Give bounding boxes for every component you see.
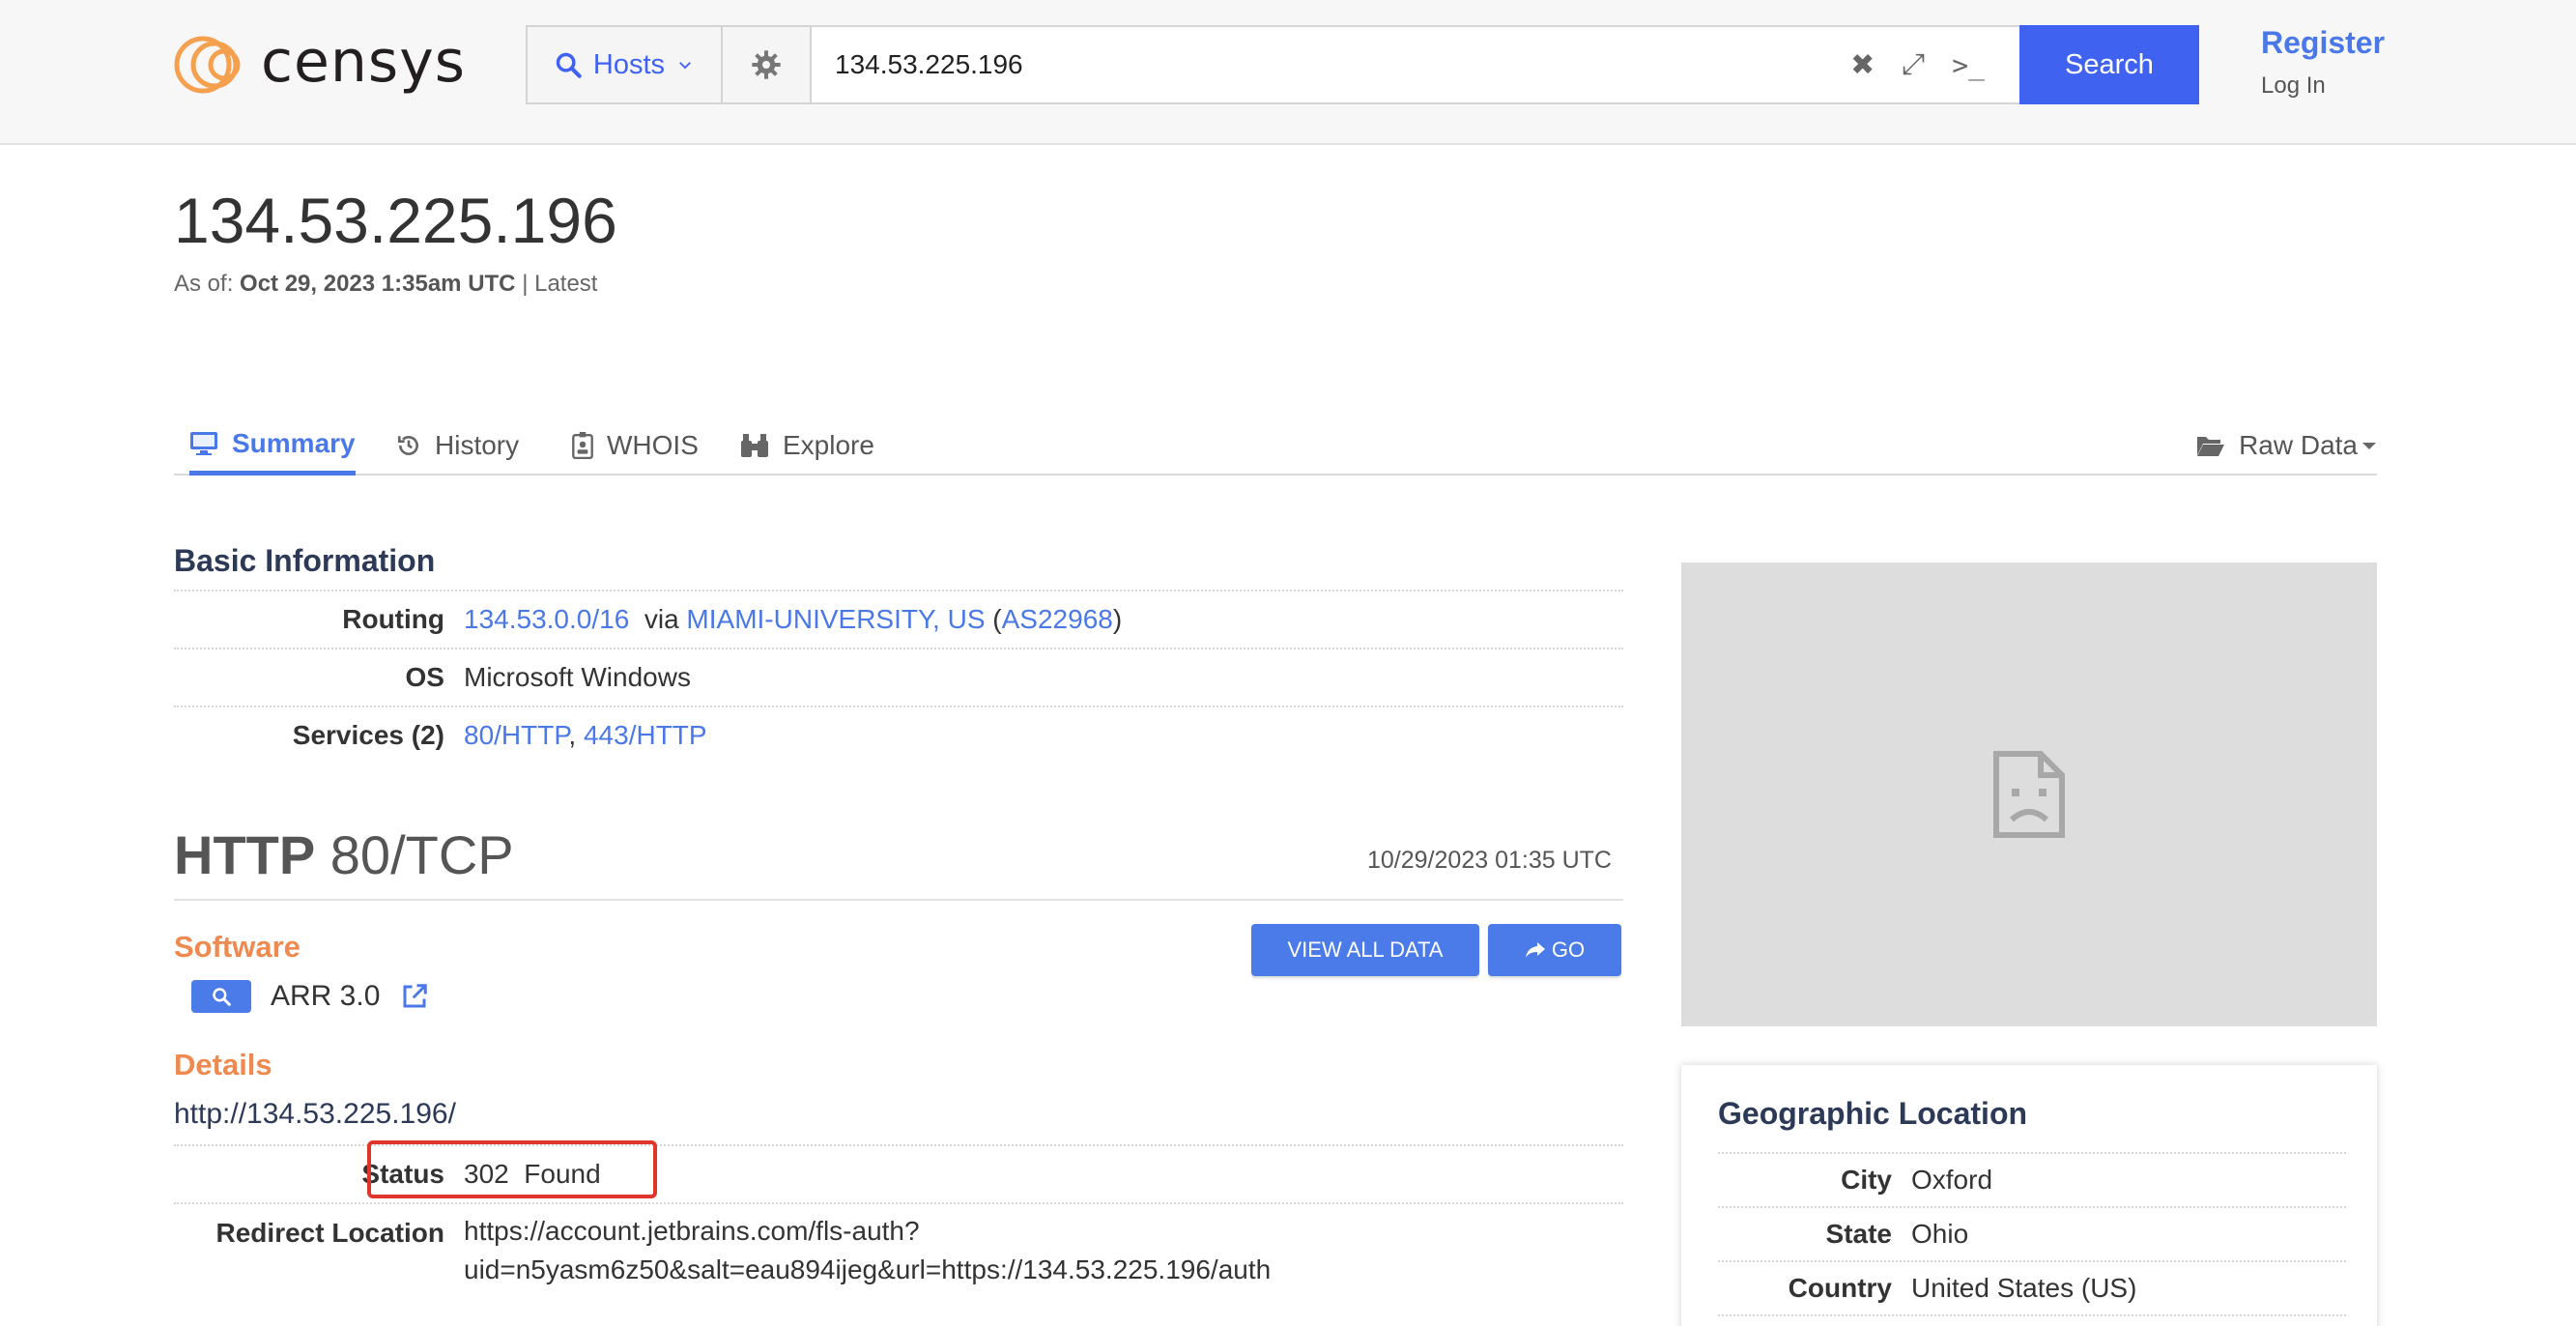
basic-info-title: Basic Information (174, 543, 436, 578)
top-header: censys Hosts 134.53.225.196 ✖ ⤢ >_ Searc… (0, 0, 2576, 145)
routing-prefix-link[interactable]: 134.53.0.0/16 (464, 604, 629, 634)
os-value: Microsoft Windows (464, 662, 691, 692)
divider (174, 899, 1623, 901)
broken-image-icon (1993, 751, 2065, 838)
os-row: OS Microsoft Windows (174, 648, 1623, 706)
tab-explore-label: Explore (783, 430, 874, 460)
search-bar: Hosts 134.53.225.196 ✖ ⤢ >_ Search (526, 25, 2199, 104)
tab-history-label: History (435, 430, 520, 460)
city-label: City (1841, 1165, 1892, 1195)
redirect-label: Redirect Location (215, 1218, 444, 1248)
clear-icon[interactable]: ✖ (1850, 48, 1875, 82)
software-title: Software (174, 930, 301, 964)
geo-location-card: Geographic Location City Oxford State Oh… (1681, 1065, 2377, 1326)
state-value: Ohio (1911, 1219, 1969, 1249)
host-tabs: Summary History WHOIS Explore Raw Data (174, 416, 2377, 476)
routing-asn-link[interactable]: AS22968 (1002, 604, 1113, 634)
tab-summary[interactable]: Summary (189, 416, 356, 476)
caret-down-icon (2362, 443, 2376, 449)
terminal-icon[interactable]: >_ (1952, 49, 1985, 81)
go-label: GO (1551, 937, 1586, 962)
details-title: Details (174, 1048, 272, 1081)
as-of-date: Oct 29, 2023 1:35am UTC (240, 271, 516, 297)
logo-text: censys (261, 28, 466, 96)
folder-open-icon (2197, 437, 2225, 456)
share-arrow-icon (1525, 942, 1545, 958)
search-tools: ✖ ⤢ >_ (1850, 27, 2019, 102)
as-of-label: As of: (174, 271, 234, 297)
monitor-icon (190, 431, 217, 455)
os-label: OS (405, 662, 444, 692)
city-value: Oxford (1911, 1165, 1993, 1195)
login-link[interactable]: Log In (2261, 72, 2385, 100)
tab-explore[interactable]: Explore (740, 416, 874, 476)
software-name: ARR 3.0 (271, 980, 381, 1012)
status-highlight-box (367, 1140, 657, 1198)
geo-next-row (1718, 1314, 2346, 1326)
register-link[interactable]: Register (2261, 25, 2385, 61)
geo-city-row: City Oxford (1718, 1152, 2346, 1206)
routing-via: via (644, 604, 679, 634)
search-type-label: Hosts (592, 48, 666, 80)
routing-org-link[interactable]: MIAMI-UNIVERSITY, US (686, 604, 985, 634)
services-value: 80/HTTP, 443/HTTP (464, 720, 707, 750)
country-value: United States (US) (1911, 1273, 2137, 1303)
services-label: Services (2) (292, 720, 444, 750)
page-title: 134.53.225.196 (174, 185, 617, 256)
screenshot-placeholder (1681, 562, 2377, 1026)
go-button[interactable]: GO (1488, 924, 1621, 976)
search-icon (213, 988, 231, 1006)
history-icon (397, 436, 418, 455)
gear-icon (752, 50, 781, 79)
routing-value: 134.53.0.0/16 via MIAMI-UNIVERSITY, US (… (464, 604, 1123, 634)
service-http-80-link[interactable]: 80/HTTP (464, 720, 568, 750)
state-label: State (1825, 1219, 1892, 1249)
software-search-button[interactable] (191, 980, 251, 1013)
auth-links: Register Log In (2261, 25, 2385, 100)
service-http-443-link[interactable]: 443/HTTP (584, 720, 707, 750)
expand-icon[interactable]: ⤢ (1902, 48, 1925, 81)
censys-logo[interactable]: censys (174, 33, 466, 97)
geo-title: Geographic Location (1718, 1096, 2028, 1131)
external-link-icon[interactable] (399, 982, 430, 1011)
service-port: 80/TCP (329, 824, 514, 885)
routing-label: Routing (342, 604, 444, 634)
as-of-suffix: | Latest (522, 271, 598, 297)
as-of-line: As of: Oct 29, 2023 1:35am UTC | Latest (174, 271, 597, 298)
tab-whois-label: WHOIS (607, 430, 699, 460)
search-type-dropdown[interactable]: Hosts (528, 27, 723, 102)
redirect-value: https://account.jetbrains.com/fls-auth? … (464, 1212, 1271, 1289)
service-timestamp: 10/29/2023 01:35 UTC (1367, 847, 1612, 874)
raw-data-dropdown[interactable]: Raw Data (2196, 416, 2377, 476)
censys-rings-icon (174, 36, 241, 94)
routing-row: Routing 134.53.0.0/16 via MIAMI-UNIVERSI… (174, 590, 1623, 648)
search-input[interactable] (812, 27, 1851, 102)
redirect-row: Redirect Location https://account.jetbra… (174, 1202, 1623, 1309)
chevron-down-icon (679, 62, 691, 70)
geo-country-row: Country United States (US) (1718, 1260, 2346, 1314)
redirect-line-2: uid=n5yasm6z50&salt=eau894ijeg&url=https… (464, 1254, 1272, 1284)
service-url: http://134.53.225.196/ (174, 1098, 456, 1130)
tab-history[interactable]: History (396, 416, 519, 476)
geo-state-row: State Ohio (1718, 1206, 2346, 1260)
search-button[interactable]: Search (2019, 25, 2199, 104)
tab-summary-label: Summary (232, 427, 356, 458)
services-row: Services (2) 80/HTTP, 443/HTTP (174, 706, 1623, 764)
redirect-line-1: https://account.jetbrains.com/fls-auth? (464, 1216, 920, 1246)
software-entry: ARR 3.0 (191, 980, 430, 1013)
country-label: Country (1788, 1273, 1892, 1303)
binoculars-icon (741, 434, 768, 457)
search-icon (556, 52, 582, 78)
id-badge-icon (572, 432, 593, 459)
tab-whois[interactable]: WHOIS (572, 416, 699, 476)
search-settings-button[interactable] (723, 27, 812, 102)
service-protocol: HTTP (174, 824, 316, 885)
raw-data-label: Raw Data (2239, 430, 2358, 460)
service-heading: HTTP 80/TCP (174, 823, 514, 886)
view-all-data-button[interactable]: VIEW ALL DATA (1251, 924, 1479, 976)
